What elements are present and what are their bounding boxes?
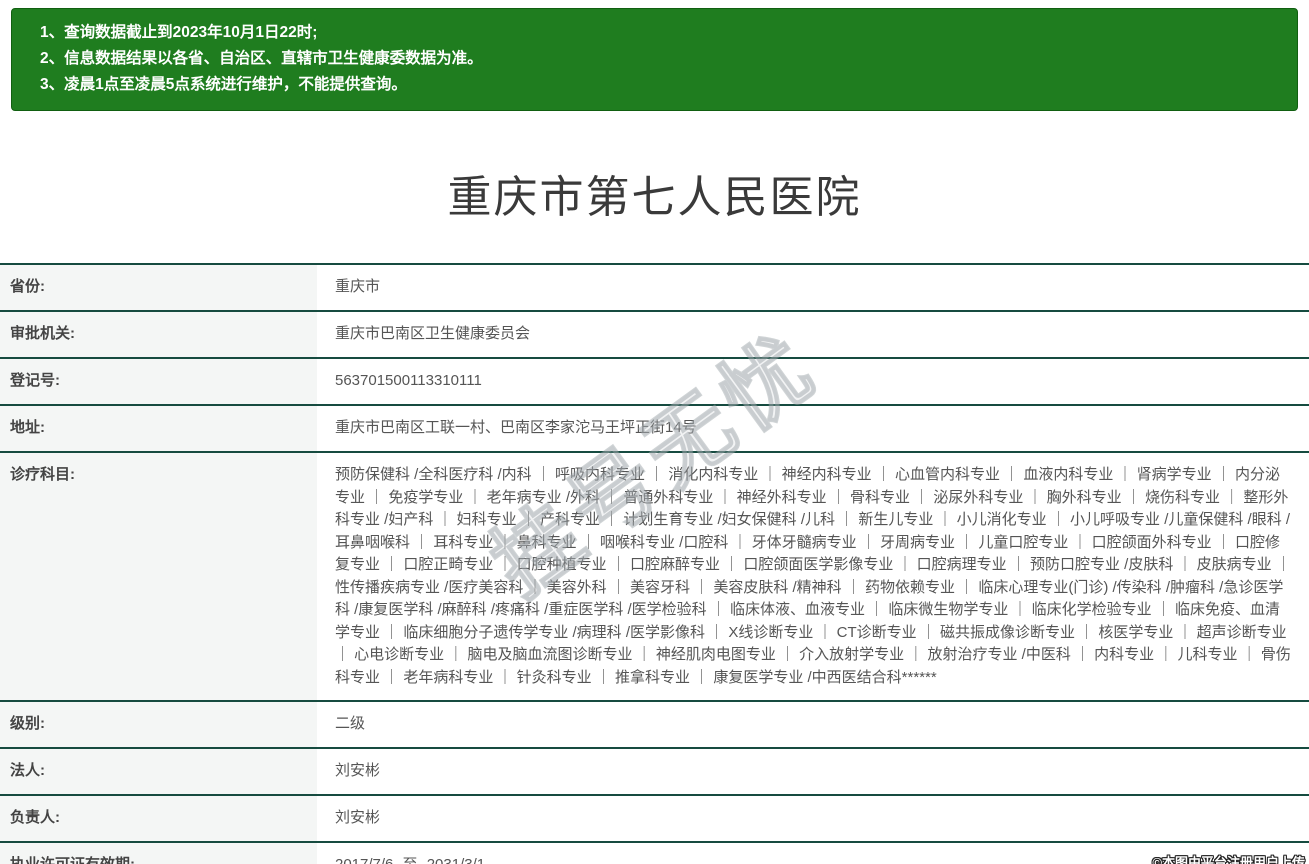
notice-lines: 1、查询数据截止到2023年10月1日22时;2、信息数据结果以各省、自治区、直… [40, 20, 1287, 98]
row-label: 诊疗科目: [0, 453, 317, 700]
notice-line: 1、查询数据截止到2023年10月1日22时; [40, 20, 1287, 46]
table-row: 负责人:刘安彬 [0, 794, 1309, 841]
table-row: 地址:重庆市巴南区工联一村、巴南区李家沱马王坪正街14号 [0, 404, 1309, 451]
table-row: 登记号:563701500113310111 [0, 357, 1309, 404]
row-label: 登记号: [0, 359, 317, 404]
row-value: 重庆市巴南区工联一村、巴南区李家沱马王坪正街14号 [317, 406, 1309, 451]
table-row: 省份:重庆市 [0, 263, 1309, 310]
table-row: 法人:刘安彬 [0, 747, 1309, 794]
row-label: 负责人: [0, 796, 317, 841]
notice-line: 2、信息数据结果以各省、自治区、直辖市卫生健康委数据为准。 [40, 46, 1287, 72]
row-value: 预防保健科 /全科医疗科 /内科 ｜ 呼吸内科专业 ｜ 消化内科专业 ｜ 神经内… [317, 453, 1309, 700]
row-value: 重庆市 [317, 265, 1309, 310]
notice-box: 1、查询数据截止到2023年10月1日22时;2、信息数据结果以各省、自治区、直… [11, 8, 1298, 111]
row-label: 省份: [0, 265, 317, 310]
title-section: 重庆市第七人民医院 [0, 111, 1309, 263]
info-table: 省份:重庆市审批机关:重庆市巴南区卫生健康委员会登记号:563701500113… [0, 263, 1309, 864]
row-value: 刘安彬 [317, 796, 1309, 841]
table-row: 执业许可证有效期:2017/7/6 -至- 2031/3/1 [0, 841, 1309, 864]
row-value: 刘安彬 [317, 749, 1309, 794]
row-label: 执业许可证有效期: [0, 843, 317, 864]
table-row: 诊疗科目:预防保健科 /全科医疗科 /内科 ｜ 呼吸内科专业 ｜ 消化内科专业 … [0, 451, 1309, 700]
row-value: 重庆市巴南区卫生健康委员会 [317, 312, 1309, 357]
row-label: 审批机关: [0, 312, 317, 357]
copyright-stamp: ©本图由平台注册用户上传 [1152, 852, 1305, 864]
row-label: 级别: [0, 702, 317, 747]
row-value: 563701500113310111 [317, 359, 1309, 404]
row-label: 法人: [0, 749, 317, 794]
row-label: 地址: [0, 406, 317, 451]
page-title: 重庆市第七人民医院 [0, 161, 1309, 225]
hospital-info-page: 1、查询数据截止到2023年10月1日22时;2、信息数据结果以各省、自治区、直… [0, 8, 1309, 864]
row-value: 二级 [317, 702, 1309, 747]
table-row: 级别:二级 [0, 700, 1309, 747]
notice-line: 3、凌晨1点至凌晨5点系统进行维护，不能提供查询。 [40, 72, 1287, 98]
table-row: 审批机关:重庆市巴南区卫生健康委员会 [0, 310, 1309, 357]
